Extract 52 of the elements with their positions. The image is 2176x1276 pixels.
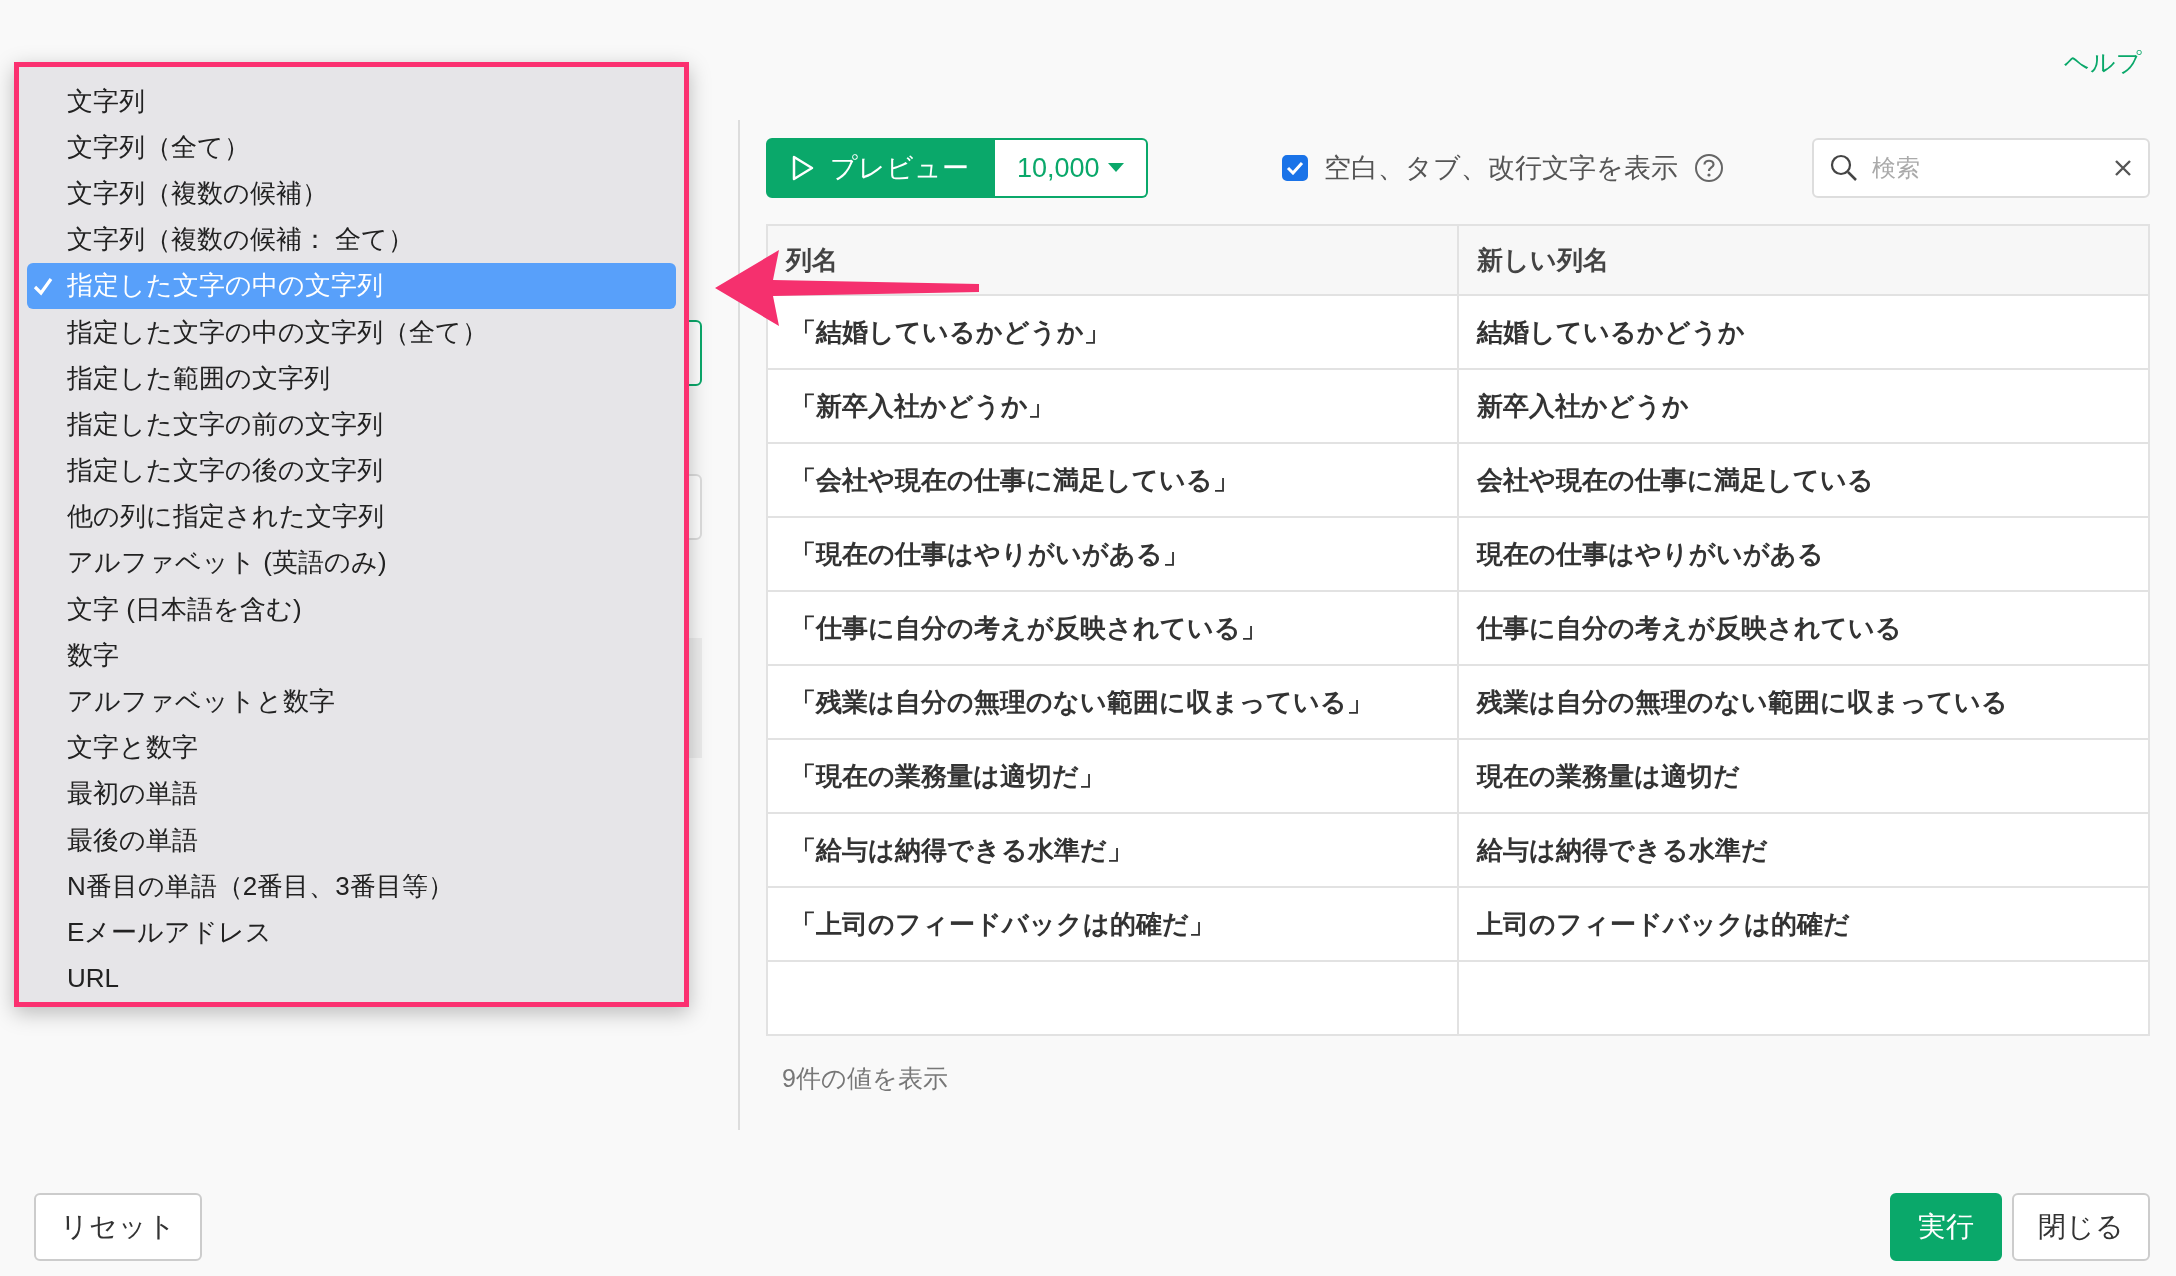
table-cell: 結婚しているかどうか	[1458, 295, 2149, 369]
table-cell: 仕事に自分の考えが反映されている	[1458, 591, 2149, 665]
menu-item[interactable]: 文字 (日本語を含む)	[27, 586, 676, 633]
play-icon	[792, 155, 814, 181]
table-cell: 残業は自分の無理のない範囲に収まっている	[1458, 665, 2149, 739]
menu-item[interactable]: アルファベットと数字	[27, 678, 676, 725]
menu-item[interactable]: 文字列（複数の候補）	[27, 170, 676, 217]
table-cell: 「現在の仕事はやりがいがある」	[767, 517, 1458, 591]
search-icon	[1830, 154, 1858, 182]
table-cell: 「仕事に自分の考えが反映されている」	[767, 591, 1458, 665]
column-header: 列名	[767, 225, 1458, 295]
check-icon	[1285, 161, 1304, 175]
result-count: 9件の値を表示	[782, 1063, 949, 1094]
menu-item[interactable]: 数字	[27, 632, 676, 679]
menu-item[interactable]: URL	[27, 955, 676, 1002]
menu-item[interactable]: 指定した範囲の文字列	[27, 355, 676, 402]
checkbox-label: 空白、タブ、改行文字を表示	[1323, 152, 1678, 185]
menu-item[interactable]: N番目の単語（2番目、3番目等）	[27, 863, 676, 910]
table-cell: 上司のフィードバックは的確だ	[1458, 887, 2149, 961]
table-cell: 「給与は納得できる水準だ」	[767, 813, 1458, 887]
menu-item[interactable]: 他の列に指定された文字列	[27, 493, 676, 540]
table-cell: 「現在の業務量は適切だ」	[767, 739, 1458, 813]
menu-item[interactable]: 文字列	[27, 78, 676, 125]
close-button[interactable]: 閉じる	[2012, 1193, 2150, 1261]
menu-item[interactable]: 最後の単語	[27, 817, 676, 864]
search-field[interactable]: 検索	[1812, 138, 2150, 198]
table-cell: 会社や現在の仕事に満足している	[1458, 443, 2149, 517]
search-input[interactable]: 検索	[1870, 153, 2102, 183]
table-cell: 「上司のフィードバックは的確だ」	[767, 887, 1458, 961]
reset-button[interactable]: リセット	[34, 1193, 202, 1261]
menu-item[interactable]: 文字と数字	[27, 724, 676, 771]
check-icon	[33, 275, 53, 296]
caret-icon	[1107, 163, 1124, 173]
help-icon[interactable]	[1693, 153, 1724, 183]
table-cell: 「残業は自分の無理のない範囲に収まっている」	[767, 665, 1458, 739]
menu-item[interactable]: 指定した文字の前の文字列	[27, 401, 676, 448]
table-cell: 「新卒入社かどうか」	[767, 369, 1458, 443]
menu-item[interactable]: 文字列（全て）	[27, 124, 676, 171]
menu-item[interactable]: アルファベット (英語のみ)	[27, 539, 676, 587]
table-cell: 新卒入社かどうか	[1458, 369, 2149, 443]
menu-item[interactable]: 文字列（複数の候補： 全て）	[27, 216, 676, 263]
table-cell: 現在の仕事はやりがいがある	[1458, 517, 2149, 591]
close-icon[interactable]	[2114, 159, 2132, 177]
checkbox[interactable]	[1281, 155, 1308, 181]
menu-item[interactable]: 最初の単語	[27, 770, 676, 817]
column-header: 新しい列名	[1458, 225, 2149, 295]
table-cell: 「会社や現在の仕事に満足している」	[767, 443, 1458, 517]
menu-item[interactable]: 指定した文字の中の文字列（全て）	[27, 308, 676, 356]
menu-item[interactable]: Eメールアドレス	[27, 909, 676, 956]
menu-item[interactable]: 指定した文字の後の文字列	[27, 447, 676, 494]
table-cell: 現在の業務量は適切だ	[1458, 739, 2149, 813]
table-cell: 給与は納得できる水準だ	[1458, 813, 2149, 887]
